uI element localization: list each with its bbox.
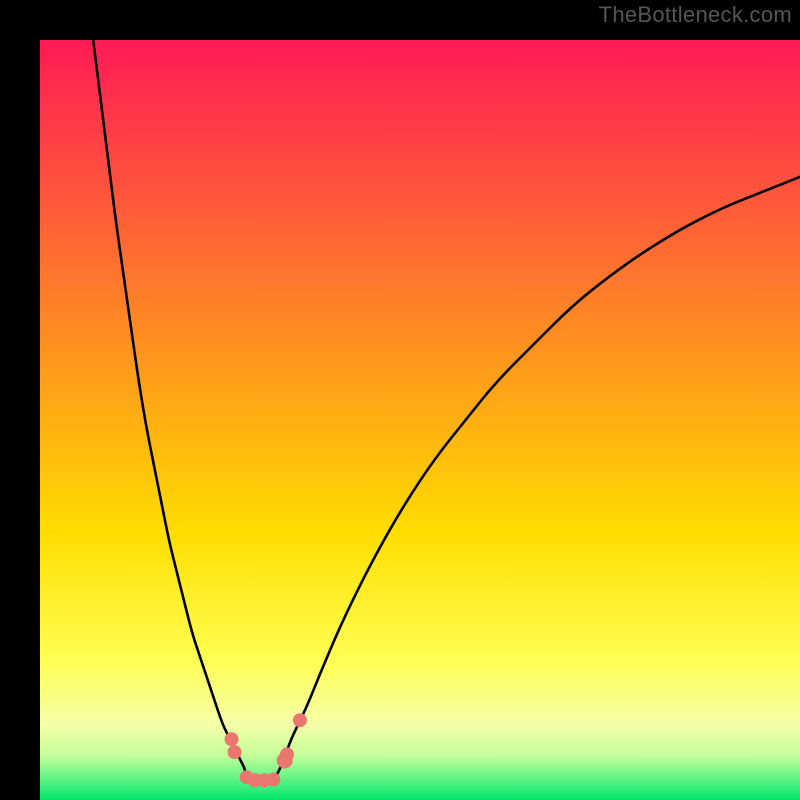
plot-area [40, 40, 800, 800]
data-marker [225, 732, 239, 746]
data-marker [266, 772, 280, 786]
watermark-text: TheBottleneck.com [599, 2, 792, 28]
bottleneck-curve [40, 40, 800, 800]
data-marker [280, 747, 294, 761]
chart-frame [20, 20, 780, 780]
data-marker [228, 745, 242, 759]
data-marker [293, 713, 307, 727]
